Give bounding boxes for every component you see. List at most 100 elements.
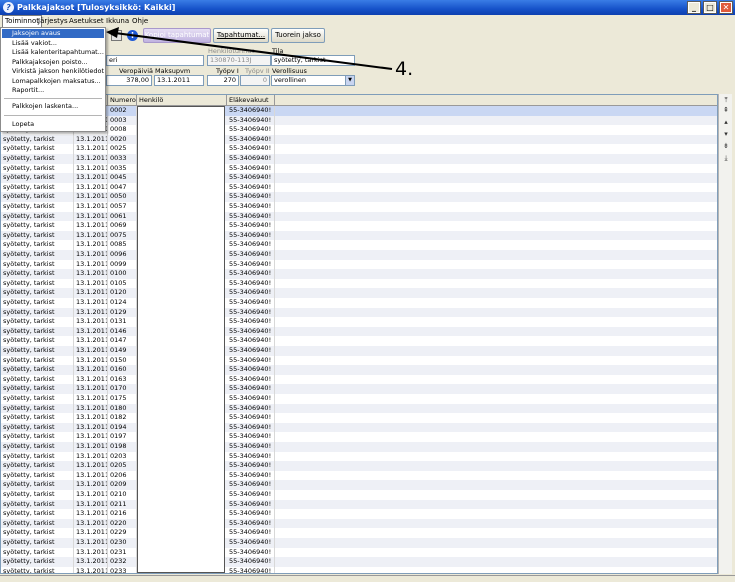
table-row[interactable]: syötetty, tarkist 13.1.2011 0085 55-3406940… [1,240,717,250]
header-henkilo[interactable]: Henkilö [137,95,227,106]
table-row[interactable]: syötetty, tarkist 13.1.2011 0099 55-3406940… [1,259,717,270]
scroll-bottom-icon[interactable]: ⤓ [721,154,731,163]
table-row[interactable]: syötetty, tarkist 13.1.2011 0149 55-3406940… [1,346,717,356]
table-row[interactable]: syötetty, tarkist 13.1.2011 0205 55-3406940… [1,461,717,471]
table-row[interactable]: syötetty, tarkist 13.1.2011 0206 55-3406940… [1,470,717,481]
menu-item-lisaa-kalenteritapahtumat[interactable]: Lisää kalenteritapahtumat... [2,48,104,57]
table-row[interactable]: syötetty, tarkist 13.1.2011 0230 55-3406940… [1,538,717,548]
tyopv2-field[interactable]: 0 [240,75,270,86]
table-row[interactable]: syötetty, tarkist 13.1.2011 0182 55-3406940… [1,413,717,423]
cell-elakevakuutus: 55-3406940! [227,509,275,519]
vertical-scrollbar[interactable]: ⤒ ⇞ ▴ ▾ ⇟ ⤓ [718,94,732,574]
henkilotunnus-field[interactable]: 130870-113J [207,55,271,66]
table-row[interactable]: syötetty, tarkist 13.1.2011 0180 55-3406940… [1,403,717,414]
table-row[interactable]: syötetty, tarkist 13.1.2011 0220 55-3406940… [1,518,717,529]
scroll-page-up-icon[interactable]: ⇞ [721,106,731,115]
table-row[interactable]: syötetty, tarkist 13.1.2011 0124 55-3406940… [1,298,717,308]
menu-jarjestys[interactable]: Järjestys [36,15,70,27]
scroll-down-icon[interactable]: ▾ [721,130,731,139]
scroll-top-icon[interactable]: ⤒ [721,96,731,105]
cell-date: 13.1.2011 [76,451,108,462]
table-row[interactable]: syötetty, tarkist 13.1.2011 0120 55-3406940… [1,288,717,298]
menu-item-lopeta[interactable]: Lopeta [2,120,104,129]
table-row[interactable]: syötetty, tarkist 13.1.2011 0232 55-3406940… [1,557,717,567]
table-row[interactable]: syötetty, tarkist 13.1.2011 0209 55-3406940… [1,480,717,490]
table-row[interactable]: syötetty, tarkist 13.1.2011 0210 55-3406940… [1,490,717,500]
table-row[interactable]: syötetty, tarkist13.1.2011000355-3406940… [1,115,717,126]
table-row[interactable]: syötetty, tarkist 13.1.2011 0035 55-3406940… [1,163,717,174]
table-row[interactable]: syötetty, tarkist 13.1.2011 0146 55-3406940… [1,326,717,337]
table-row[interactable]: syötetty, tarkist 13.1.2011 0033 55-3406940… [1,154,717,164]
table-row[interactable]: syötetty, tarkist 13.1.2011 0194 55-3406940… [1,422,717,433]
table-row[interactable]: syötetty, tarkist 13.1.2011 0075 55-3406940… [1,230,717,241]
scroll-page-down-icon[interactable]: ⇟ [721,142,731,151]
scroll-up-icon[interactable]: ▴ [721,118,731,127]
cell-numero: 0105 [108,278,137,289]
menu-item-palkkajaksojen-poisto[interactable]: Palkkajaksojen poisto... [2,58,104,67]
table-row[interactable]: syötetty, tarkist 13.1.2011 0069 55-3406940… [1,221,717,231]
cell-elakevakuutus: 55-3406940! [227,144,275,154]
table-row[interactable]: syötetty, tarkist 13.1.2011 0229 55-3406940… [1,528,717,538]
header-elakevakuutus[interactable]: Eläkevakuut [227,95,275,106]
verollisuus-select[interactable]: verollinen ▼ [271,75,355,86]
table-row[interactable]: syötetty, tarkist 13.1.2011 0129 55-3406940… [1,307,717,318]
menu-ikkuna[interactable]: Ikkuna [104,15,131,27]
table-row[interactable]: syötetty, tarkist 13.1.2011 0160 55-3406940… [1,365,717,375]
menu-item-lisaa-vakiot[interactable]: Lisää vakiot... [2,39,104,48]
chevron-down-icon[interactable]: ▼ [345,76,354,85]
table-row[interactable]: syötetty, tarkist 13.1.2011 0045 55-3406940… [1,173,717,183]
table-row[interactable]: syötetty, tarkist 13.1.2011 0057 55-3406940… [1,202,717,212]
cell-status: syötetty, tarkist [1,451,74,462]
maksupvm-field[interactable]: 13.1.2011 [154,75,204,86]
data-grid[interactable]: Numero Henkilö Eläkevakuut 0002 55-340694… [0,94,718,574]
maximize-button[interactable]: □ [703,1,717,14]
tila-field[interactable]: syötetty, tarkist [271,55,355,66]
close-button[interactable]: ✕ [719,1,733,14]
copy-events-button[interactable]: Kopioi tapahtumat [143,28,211,43]
menu-item-raportit[interactable]: Raportit... [2,86,104,95]
table-row[interactable]: syötetty, tarkist 13.1.2011 0216 55-3406940… [1,509,717,519]
minimize-button[interactable]: _ [687,1,701,14]
info-icon[interactable]: i [127,30,138,41]
table-row[interactable]: syötetty, tarkist 13.1.2011 0147 55-3406940… [1,336,717,346]
table-row[interactable]: syötetty, tarkist 13.1.2011 0198 55-3406940… [1,442,717,452]
cell-elakevakuutus: 55-3406940! [227,230,275,241]
toolbar-icon[interactable] [111,30,122,41]
table-row[interactable]: syötetty, tarkist 13.1.2011 0105 55-3406940… [1,278,717,289]
menu-item-lomapalkkojen-maksatus[interactable]: Lomapalkkojen maksatus... [2,77,104,86]
menu-ohje[interactable]: Ohje [130,15,150,27]
table-row[interactable]: syötetty, tarkist 13.1.2011 0020 55-3406940… [1,134,717,145]
table-row[interactable]: syötetty, tarkist 13.1.2011 0047 55-3406940… [1,182,717,193]
table-row[interactable]: syötetty, tarkist 13.1.2011 0150 55-3406940… [1,355,717,366]
table-row[interactable]: syötetty, tarkist 13.1.2011 0197 55-3406940… [1,432,717,442]
veropaivia-field[interactable]: 378,00 [106,75,152,86]
table-row[interactable]: syötetty, tarkist13.1.2011000855-3406940… [1,125,717,135]
cell-elakevakuutus: 55-3406940! [227,298,275,308]
events-button[interactable]: Tapahtumat... [213,28,269,43]
menu-item-palkkojen-laskenta[interactable]: Palkkojen laskenta... [2,102,104,111]
tyopv-field[interactable]: 270 [207,75,239,86]
table-row[interactable]: syötetty, tarkist 13.1.2011 0025 55-3406940… [1,144,717,154]
table-row[interactable]: syötetty, tarkist 13.1.2011 0233 55-3406940… [1,566,717,573]
menu-item-virkista-henkilotiedot[interactable]: Virkistä jakson henkilötiedot [2,67,104,76]
table-row[interactable]: syötetty, tarkist 13.1.2011 0231 55-3406940… [1,547,717,558]
menu-separator [4,98,102,99]
menu-item-jaksojen-avaus[interactable]: Jaksojen avaus [2,29,104,39]
table-row[interactable]: syötetty, tarkist 13.1.2011 0131 55-3406940… [1,317,717,327]
table-row[interactable]: syötetty, tarkist 13.1.2011 0050 55-3406940… [1,192,717,202]
header-numero[interactable]: Numero [108,95,137,106]
table-row[interactable]: syötetty, tarkist 13.1.2011 0163 55-3406940… [1,374,717,385]
latest-period-button[interactable]: Tuorein jakso [271,28,325,43]
table-row[interactable]: syötetty, tarkist 13.1.2011 0211 55-3406940… [1,499,717,510]
table-row[interactable]: syötetty, tarkist 13.1.2011 0203 55-3406940… [1,451,717,462]
cell-status: syötetty, tarkist [1,278,74,289]
table-row[interactable]: syötetty, tarkist 13.1.2011 0170 55-3406940… [1,384,717,394]
left-field[interactable]: eri [106,55,204,66]
table-row[interactable]: syötetty, tarkist 13.1.2011 0096 55-3406940… [1,250,717,260]
table-row[interactable]: syötetty, tarkist 13.1.2011 0061 55-3406940… [1,211,717,222]
cell-elakevakuutus: 55-3406940! [227,422,275,433]
table-row[interactable]: syötetty, tarkist 13.1.2011 0175 55-3406940… [1,394,717,404]
table-row[interactable]: 0002 55-3406940! [1,106,717,116]
menu-asetukset[interactable]: Asetukset [67,15,106,27]
table-row[interactable]: syötetty, tarkist 13.1.2011 0100 55-3406940… [1,269,717,279]
